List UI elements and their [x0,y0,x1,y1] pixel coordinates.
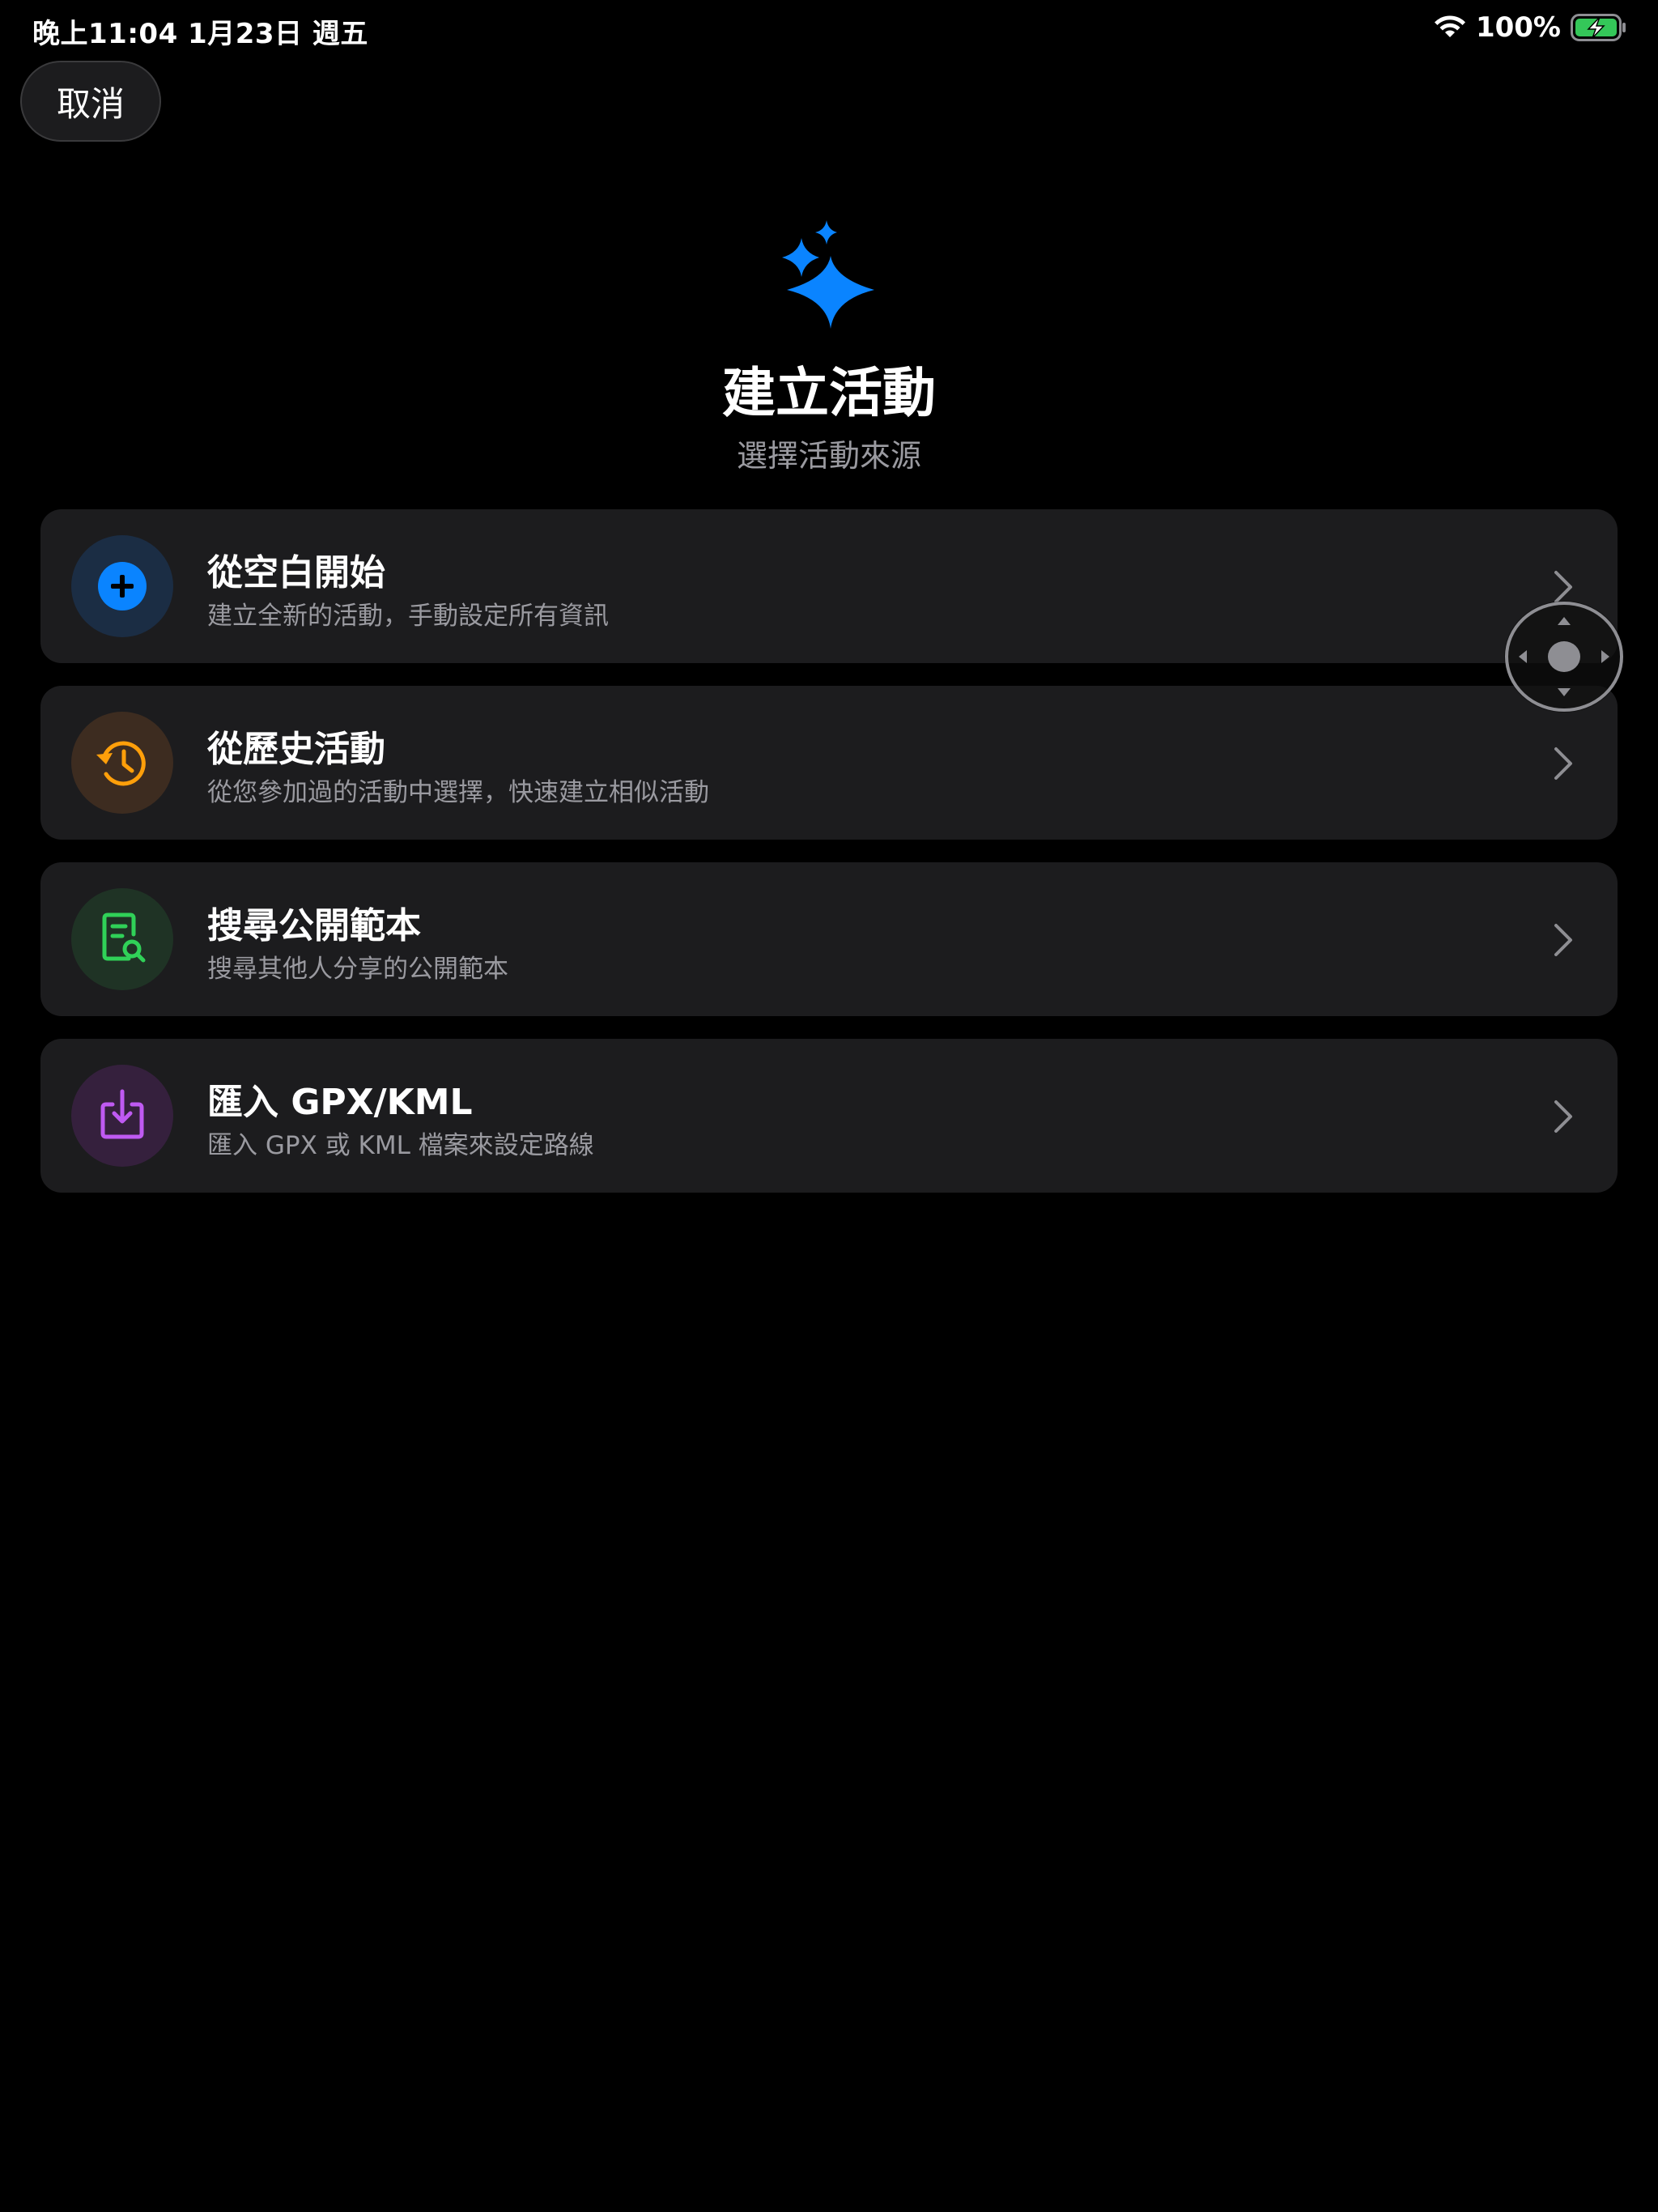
option-search-templates[interactable]: 搜尋公開範本 搜尋其他人分享的公開範本 [40,862,1618,1016]
status-time-date: 晚上11:04 1月23日 週五 [32,18,368,50]
plus-circle-icon [71,535,173,637]
option-description: 匯入 GPX 或 KML 檔案來設定路線 [207,1131,594,1160]
option-title: 匯入 GPX/KML [207,1082,473,1123]
sparkles-icon [777,220,878,330]
battery-percent: 100% [1475,11,1561,44]
document-search-icon [71,888,173,990]
page-subtitle: 選擇活動來源 [736,438,921,474]
chevron-right-icon [1554,747,1572,780]
option-title: 搜尋公開範本 [207,905,421,946]
cancel-button[interactable]: 取消 [20,61,161,142]
option-start-blank[interactable]: 從空白開始 建立全新的活動，手動設定所有資訊 [40,509,1618,663]
option-list: 從空白開始 建立全新的活動，手動設定所有資訊 從歷史活動 從您參加過的活動中選擇… [40,509,1618,1215]
option-title: 從空白開始 [207,552,385,593]
chevron-right-icon [1554,924,1572,956]
page-title: 建立活動 [722,362,936,424]
status-indicators: 100% [1434,11,1627,44]
status-bar: 晚上11:04 1月23日 週五 100% [0,0,1658,58]
option-description: 搜尋其他人分享的公開範本 [207,955,508,984]
wifi-icon [1434,15,1466,40]
option-from-history[interactable]: 從歷史活動 從您參加過的活動中選擇，快速建立相似活動 [40,686,1618,840]
history-clock-icon [71,712,173,814]
assistive-touch-button[interactable] [1504,601,1624,713]
option-description: 從您參加過的活動中選擇，快速建立相似活動 [207,778,709,807]
import-tray-icon [71,1065,173,1167]
option-import-gpx-kml[interactable]: 匯入 GPX/KML 匯入 GPX 或 KML 檔案來設定路線 [40,1039,1618,1193]
battery-charging-icon [1571,14,1627,41]
chevron-right-icon [1554,571,1572,603]
option-title: 從歷史活動 [207,729,385,770]
option-description: 建立全新的活動，手動設定所有資訊 [207,602,609,631]
chevron-right-icon [1554,1100,1572,1133]
